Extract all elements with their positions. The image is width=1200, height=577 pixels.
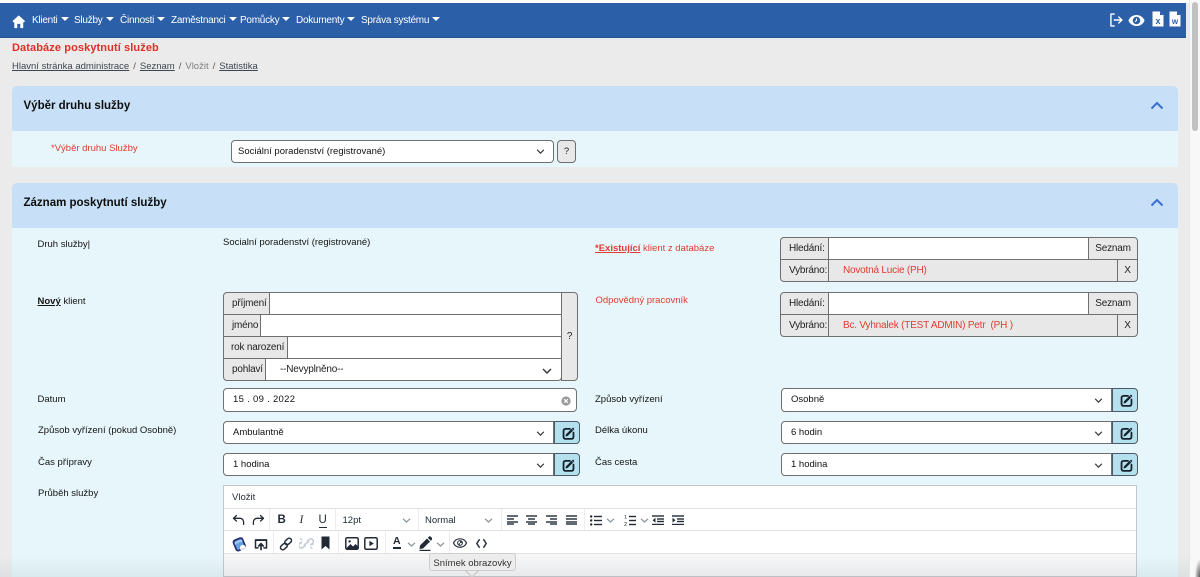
svg-text:2: 2 <box>624 522 627 526</box>
svg-text:1: 1 <box>624 515 627 521</box>
svg-text:w: w <box>1171 17 1179 26</box>
svg-text:x: x <box>1155 16 1160 26</box>
